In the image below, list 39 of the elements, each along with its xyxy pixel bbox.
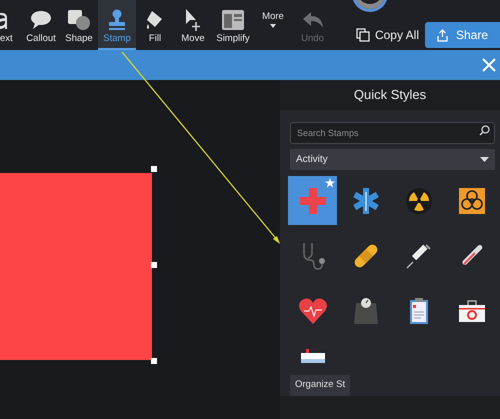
tool-button[interactable]: Move xyxy=(174,0,212,50)
caret-icon xyxy=(480,157,489,162)
tool-button[interactable]: ext xyxy=(0,0,22,50)
tool-button[interactable]: Simplify xyxy=(212,0,254,50)
undo-icon xyxy=(302,10,324,29)
radiation-icon xyxy=(404,186,432,215)
tool-button[interactable]: Callout xyxy=(22,0,60,50)
stamp-icon xyxy=(107,8,127,31)
first-aid-kit-icon xyxy=(458,298,486,323)
resize-handle[interactable] xyxy=(151,358,157,364)
tool-button[interactable]: Fill xyxy=(136,0,174,50)
caret-icon xyxy=(270,24,276,28)
search-field[interactable]: Search Stamps xyxy=(290,122,495,144)
close-icon[interactable] xyxy=(482,58,496,72)
star-of-life-icon xyxy=(350,186,380,216)
scale-icon xyxy=(352,296,378,325)
hospital-sign-icon xyxy=(300,348,326,364)
resize-handle[interactable] xyxy=(151,166,157,172)
tool-button[interactable]: Stamp xyxy=(98,0,136,50)
clipboard-icon xyxy=(408,296,428,325)
organize-stamps-button[interactable]: Organize St xyxy=(290,375,350,396)
biohazard-icon xyxy=(458,186,486,215)
stamp-tile[interactable] xyxy=(288,176,337,226)
speech-bubble-icon xyxy=(30,10,52,30)
layout-icon xyxy=(222,10,244,30)
search-icon[interactable] xyxy=(479,125,490,136)
move-cursor-icon xyxy=(183,8,203,32)
copy-all-button[interactable]: Copy All xyxy=(350,26,425,44)
cross-icon xyxy=(298,186,328,216)
resize-handle[interactable] xyxy=(151,262,157,268)
tool-button[interactable]: Shape xyxy=(60,0,98,50)
shapes-icon xyxy=(67,8,91,31)
share-button[interactable]: Share xyxy=(425,22,500,48)
heart-icon xyxy=(298,296,328,325)
panel-title: Quick Styles xyxy=(280,80,500,110)
tool-button[interactable]: More xyxy=(254,0,292,50)
category-dropdown[interactable]: Activity xyxy=(290,149,495,170)
copy-icon xyxy=(356,28,370,42)
share-icon xyxy=(437,28,448,42)
